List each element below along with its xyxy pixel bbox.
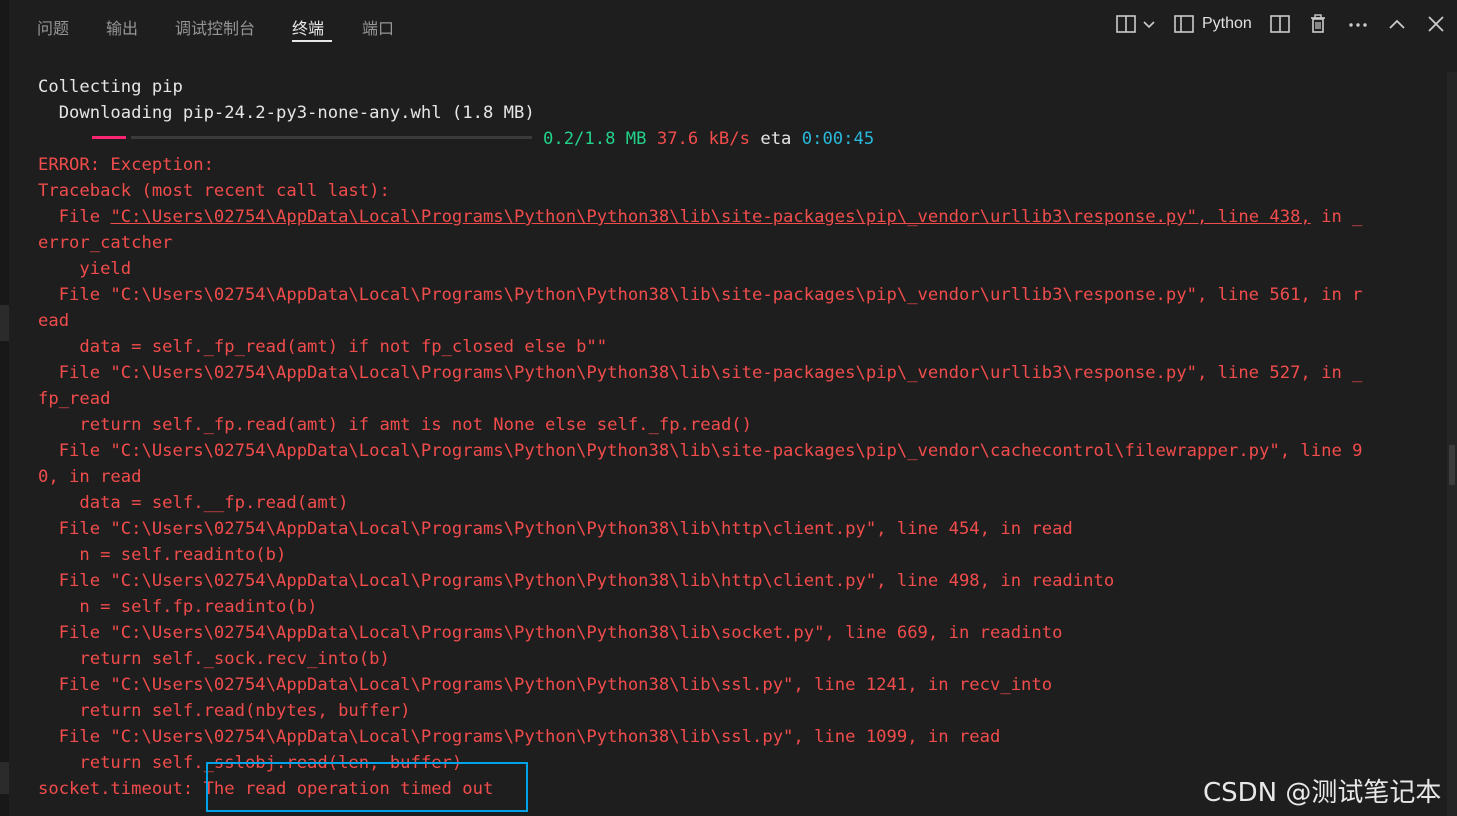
tab-debug-console[interactable]: 调试控制台 bbox=[175, 15, 255, 39]
split-terminal-icon[interactable] bbox=[1269, 12, 1291, 36]
traceback-line: fp_read bbox=[38, 389, 111, 409]
terminal-line: Downloading pip-24.2-py3-none-any.whl (1… bbox=[38, 103, 535, 123]
traceback-text: File bbox=[38, 207, 111, 227]
traceback-line: File "C:\Users\02754\AppData\Local\Progr… bbox=[38, 441, 1363, 461]
traceback-line: yield bbox=[38, 259, 132, 279]
panel-layout-icon[interactable] bbox=[1173, 12, 1195, 36]
terminal-profile-label[interactable]: Python bbox=[1202, 15, 1252, 33]
terminal-scrollbar[interactable] bbox=[1447, 72, 1457, 816]
highlight-box bbox=[206, 762, 528, 812]
left-edge-marker bbox=[0, 305, 9, 341]
traceback-line: File "C:\Users\02754\AppData\Local\Progr… bbox=[38, 519, 1073, 539]
left-edge-strip bbox=[0, 0, 9, 816]
progress-line: 0.2/1.8 MB 37.6 kB/s eta 0:00:45 bbox=[38, 126, 1448, 152]
traceback-line: return self.read(nbytes, buffer) bbox=[38, 701, 411, 721]
chevron-up-icon[interactable] bbox=[1386, 12, 1408, 36]
tab-problems[interactable]: 问题 bbox=[37, 15, 69, 39]
progress-speed: 37.6 kB/s bbox=[656, 129, 750, 149]
progress-eta-value: 0:00:45 bbox=[801, 129, 875, 149]
traceback-line: ead bbox=[38, 311, 70, 331]
traceback-line: File "C:\Users\02754\AppData\Local\Progr… bbox=[38, 727, 1001, 747]
tab-terminal[interactable]: 终端 bbox=[292, 15, 324, 39]
traceback-line: File "C:\Users\02754\AppData\Local\Progr… bbox=[38, 285, 1363, 305]
traceback-line: data = self.__fp.read(amt) bbox=[38, 493, 349, 513]
traceback-line: 0, in read bbox=[38, 467, 142, 487]
traceback-line: n = self.fp.readinto(b) bbox=[38, 597, 318, 617]
traceback-line: error_catcher bbox=[38, 233, 173, 253]
tab-output[interactable]: 输出 bbox=[106, 15, 138, 39]
error-line: ERROR: Exception: bbox=[38, 155, 214, 175]
traceback-line: return self._sock.recv_into(b) bbox=[38, 649, 390, 669]
traceback-line: File "C:\Users\02754\AppData\Local\Progr… bbox=[38, 204, 1448, 230]
split-layout-icon[interactable] bbox=[1115, 12, 1137, 36]
more-icon[interactable] bbox=[1346, 12, 1370, 36]
watermark: CSDN @测试笔记本 bbox=[1203, 778, 1442, 808]
close-icon[interactable] bbox=[1425, 12, 1447, 36]
traceback-line: n = self.readinto(b) bbox=[38, 545, 287, 565]
traceback-line: File "C:\Users\02754\AppData\Local\Progr… bbox=[38, 363, 1363, 383]
chevron-down-icon[interactable] bbox=[1141, 12, 1157, 36]
active-tab-indicator bbox=[292, 40, 332, 42]
scrollbar-thumb[interactable] bbox=[1449, 445, 1455, 485]
traceback-line: data = self._fp_read(amt) if not fp_clos… bbox=[38, 337, 608, 357]
traceback-line: File "C:\Users\02754\AppData\Local\Progr… bbox=[38, 623, 1063, 643]
traceback-header: Traceback (most recent call last): bbox=[38, 181, 390, 201]
trash-icon[interactable] bbox=[1308, 12, 1328, 36]
traceback-line: return self._fp.read(amt) if amt is not … bbox=[38, 415, 752, 435]
traceback-line: File "C:\Users\02754\AppData\Local\Progr… bbox=[38, 571, 1115, 591]
traceback-file-link[interactable]: "C:\Users\02754\AppData\Local\Programs\P… bbox=[110, 207, 1310, 227]
terminal-line: Collecting pip bbox=[38, 77, 183, 97]
terminal-output[interactable]: Collecting pip Downloading pip-24.2-py3-… bbox=[38, 74, 1448, 802]
tab-ports[interactable]: 端口 bbox=[362, 15, 394, 39]
panel-tab-bar: 问题 输出 调试控制台 终端 端口 Python bbox=[0, 0, 1457, 52]
left-edge-marker bbox=[0, 762, 9, 794]
traceback-text: in _ bbox=[1310, 207, 1363, 227]
progress-eta-label: eta bbox=[760, 129, 792, 149]
progress-size: 0.2/1.8 MB bbox=[543, 129, 647, 149]
traceback-line: File "C:\Users\02754\AppData\Local\Progr… bbox=[38, 675, 1053, 695]
